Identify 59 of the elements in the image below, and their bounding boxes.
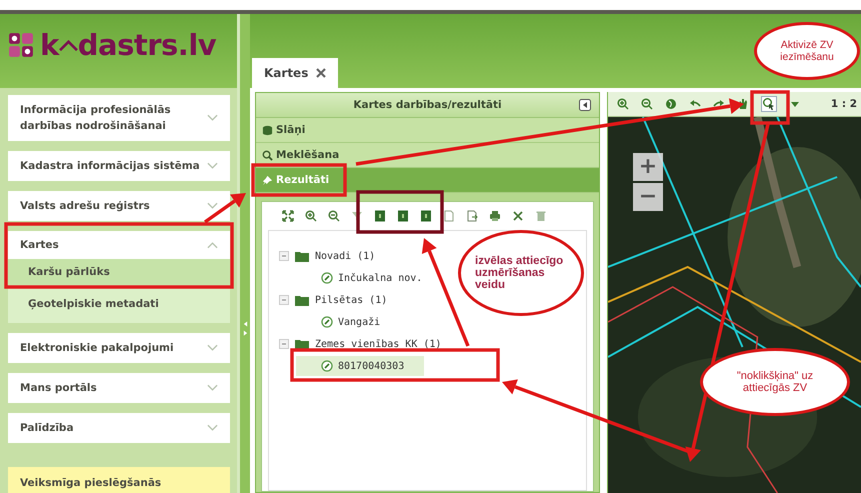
sidebar-item[interactable]: Kadastra informācijas sistēma (8, 151, 230, 181)
collapse-icon (242, 320, 248, 338)
annotation-arrow (204, 193, 246, 224)
survey-type-icon[interactable] (374, 210, 386, 222)
tree-node[interactable]: Zemes vienības KK (1) (315, 338, 442, 350)
survey-type-icon[interactable] (420, 210, 432, 222)
chevron-icon (207, 202, 218, 210)
login-notice: Veiksmīga pieslēgšanās (8, 467, 230, 493)
tree-leaf[interactable]: 80170040303 (296, 356, 424, 376)
sidebar-subitem[interactable]: Ģeotelpiskie metadati (8, 291, 230, 317)
map-zoom-in-button[interactable]: + (633, 153, 663, 181)
tab[interactable]: Kartes (252, 58, 338, 88)
zoom-out-icon[interactable] (641, 98, 653, 110)
chevron-icon (207, 114, 218, 122)
accordion-header[interactable]: Meklēšana (256, 143, 599, 168)
panel-title: Kartes darbības/rezultāti (353, 99, 502, 111)
print-icon[interactable] (489, 210, 501, 222)
export-icon[interactable] (466, 210, 478, 222)
collapse-icon[interactable] (579, 99, 591, 111)
survey-type-icon[interactable] (397, 210, 409, 222)
compass-icon (321, 360, 333, 372)
sidebar-item[interactable]: Elektroniskie pakalpojumi (8, 333, 230, 363)
tree-leaf[interactable]: Vangaži (296, 312, 400, 332)
globe-icon[interactable] (665, 98, 677, 110)
search-icon (262, 150, 273, 160)
logo-icon (8, 32, 34, 58)
chevron-icon (207, 344, 218, 352)
sidebar-item[interactable]: Palīdzība (8, 413, 230, 443)
sidebar-subitem[interactable]: Karšu pārlūks (8, 259, 230, 285)
map-zoom-out-button[interactable]: − (633, 183, 663, 211)
extent-icon[interactable] (282, 210, 294, 222)
document-icon[interactable] (443, 210, 455, 222)
folder-icon (295, 250, 309, 262)
zoom-in-icon[interactable] (617, 98, 629, 110)
chevron-icon (207, 162, 218, 170)
zoom-in-icon[interactable] (305, 210, 317, 222)
highlight-frame (750, 90, 790, 125)
accordion-header[interactable]: Slāņi (256, 118, 599, 143)
logo-text: k dastrs.lv (40, 28, 216, 62)
compass-icon (321, 316, 333, 328)
sidebar-item[interactable]: Informācija profesionālās darbības nodrošināšanai (8, 95, 230, 141)
chevron-icon (207, 384, 218, 392)
close-icon[interactable] (512, 210, 524, 222)
tree-node[interactable]: Pilsētas (1) (315, 294, 388, 306)
sidebar-item[interactable]: Kartes (8, 231, 230, 259)
zoom-out-icon[interactable] (328, 210, 340, 222)
chevron-icon (207, 241, 218, 249)
select-icon[interactable] (761, 96, 777, 112)
sidebar-item[interactable]: Mans portāls (8, 373, 230, 403)
chevron-icon (207, 424, 218, 432)
folder-icon (295, 294, 309, 306)
pin-icon (262, 174, 273, 186)
map-scale: 1 : 2 (830, 98, 858, 110)
compass-icon (321, 272, 333, 284)
sidebar-item[interactable]: Valsts adrešu reģistrs (8, 191, 230, 221)
tree-leaf[interactable]: Inčukalna nov. (296, 268, 442, 288)
close-icon[interactable] (316, 68, 326, 78)
layers-icon (262, 124, 273, 136)
tree-node[interactable]: Novadi (1) (315, 250, 376, 262)
